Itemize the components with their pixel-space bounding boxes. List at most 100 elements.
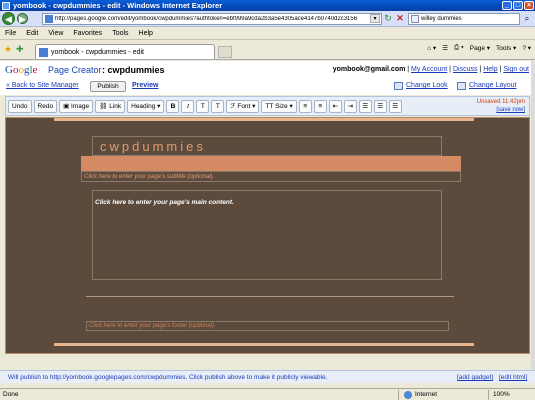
italic-button[interactable]: I (181, 99, 195, 113)
page-menu-label: Page (469, 45, 485, 52)
size-label: Size (275, 102, 288, 110)
change-look-link[interactable]: Change Look (406, 82, 448, 89)
save-now-link[interactable]: [save now] (477, 106, 525, 114)
menu-help[interactable]: Help (134, 30, 158, 37)
publish-button[interactable]: Publish (90, 81, 126, 92)
site-name: : cwpdummies (102, 65, 165, 75)
heading-label: Heading (131, 102, 156, 110)
page-menu[interactable]: Page ▾ (470, 44, 490, 52)
address-row: ◀ ▶ http://pages.google.com/edit/yombook… (0, 11, 535, 27)
address-field[interactable]: http://pages.google.com/edit/yombook/cwp… (42, 13, 382, 25)
ie-icon (2, 1, 10, 10)
site-title-box[interactable]: cwpdummies (92, 136, 442, 156)
new-tab-button[interactable] (218, 46, 232, 58)
preview-link[interactable]: Preview (132, 82, 158, 89)
print-icon[interactable]: ⎙ ▾ (454, 44, 464, 52)
bulleted-list-icon[interactable]: ≡ (313, 99, 327, 113)
menu-file[interactable]: File (0, 30, 21, 37)
tools-menu[interactable]: Tools ▾ (496, 44, 516, 52)
redo-button[interactable]: Redo (33, 99, 58, 113)
maximize-button[interactable]: □ (513, 1, 523, 10)
change-layout-link[interactable]: Change Layout (469, 82, 516, 89)
status-separator (488, 390, 489, 400)
numbered-list-icon[interactable]: ≡ (298, 99, 312, 113)
menu-edit[interactable]: Edit (21, 30, 43, 37)
font-dropdown[interactable]: ℱ Font ▾ (226, 99, 260, 113)
address-url: http://pages.google.com/edit/yombook/cwp… (55, 16, 358, 22)
discuss-link[interactable]: Discuss (453, 66, 478, 73)
status-text: Done (3, 391, 19, 398)
sign-out-link[interactable]: Sign out (503, 66, 529, 73)
align-left-icon[interactable]: ☰ (358, 99, 372, 113)
divider (86, 296, 454, 297)
account-links: yombook@gmail.com | My Account | Discuss… (332, 66, 529, 73)
favorites-star-icon[interactable]: ★ (4, 44, 12, 55)
status-bar: Done Internet 100% (0, 388, 535, 400)
tab-current[interactable]: yombook - cwpdummies - edit (35, 44, 215, 59)
scrollbar[interactable] (531, 61, 535, 370)
window-title: yombook - cwpdummies - edit - Windows In… (13, 1, 223, 10)
internet-zone-icon (404, 391, 412, 399)
size-dropdown[interactable]: TT Size ▾ (261, 99, 297, 113)
close-button[interactable]: × (524, 1, 534, 10)
header-band (81, 156, 461, 171)
tab-row: ★ ✚ yombook - cwpdummies - edit ⌂ ▾ ☰ ⎙ … (0, 40, 535, 60)
page-icon (45, 15, 53, 23)
footer-field[interactable]: Click here to enter your page's footer (… (86, 321, 449, 331)
stop-icon[interactable]: ✕ (395, 14, 405, 24)
forward-icon[interactable]: ▶ (17, 13, 28, 24)
feeds-icon[interactable]: ☰ (442, 44, 448, 52)
link-button[interactable]: ⛓ Link (95, 99, 126, 113)
image-label: Image (71, 102, 90, 110)
minimize-button[interactable]: _ (502, 1, 512, 10)
editor-toolbar: Undo Redo ▣ Image ⛓ Link Heading ▾ B I T… (5, 96, 530, 116)
edit-html-link[interactable]: [edit html] (499, 374, 527, 381)
bold-button[interactable]: B (166, 99, 180, 113)
add-gadget-link[interactable]: [add gadget] (457, 374, 493, 381)
image-button[interactable]: ▣ Image (59, 99, 94, 113)
bottom-stripe (54, 343, 474, 346)
main-content-placeholder: Click here to enter your page's main con… (95, 199, 234, 206)
tab-label: yombook - cwpdummies - edit (51, 48, 144, 56)
my-account-link[interactable]: My Account (411, 66, 447, 73)
zoom-level[interactable]: 100% (493, 391, 510, 398)
menu-bar: File Edit View Favorites Tools Help (0, 27, 535, 40)
search-field[interactable]: willey dummies (408, 13, 520, 25)
undo-button[interactable]: Undo (8, 99, 32, 113)
home-icon[interactable]: ⌂ ▾ (427, 44, 436, 52)
address-dropdown-icon[interactable]: ▾ (370, 14, 380, 23)
page-canvas: cwpdummies Click here to enter your page… (5, 117, 530, 354)
tools-menu-label: Tools (496, 45, 512, 52)
outdent-icon[interactable]: ⇤ (328, 99, 342, 113)
publish-info-bar: Will publish to http://yombook.googlepag… (0, 370, 535, 383)
tab-page-icon (39, 47, 48, 57)
menu-tools[interactable]: Tools (107, 30, 133, 37)
add-favorites-icon[interactable]: ✚ (16, 44, 24, 55)
search-text: willey dummies (421, 16, 462, 22)
back-to-site-manager-link[interactable]: « Back to Site Manager (6, 82, 79, 89)
refresh-icon[interactable]: ↻ (383, 14, 393, 24)
help-icon[interactable]: ? ▾ (522, 44, 531, 52)
change-layout-icon (457, 82, 466, 90)
menu-view[interactable]: View (43, 30, 68, 37)
text-color-icon[interactable]: T (196, 99, 210, 113)
status-separator (398, 390, 399, 400)
align-center-icon[interactable]: ☰ (373, 99, 387, 113)
back-icon[interactable]: ◀ (2, 12, 15, 25)
search-icon[interactable]: ⌕ (521, 13, 533, 25)
user-email: yombook@gmail.com (332, 66, 406, 73)
font-label: Font (237, 102, 251, 110)
heading-dropdown[interactable]: Heading ▾ (127, 99, 165, 113)
product-name: Page Creator (48, 65, 102, 75)
main-content-field[interactable]: Click here to enter your page's main con… (92, 190, 442, 280)
publish-message: Will publish to http://yombook.googlepag… (8, 374, 328, 381)
align-right-icon[interactable]: ☰ (388, 99, 402, 113)
menu-favorites[interactable]: Favorites (68, 30, 107, 37)
site-title: cwpdummies (100, 139, 206, 154)
indent-icon[interactable]: ⇥ (343, 99, 357, 113)
search-provider-icon (411, 15, 419, 23)
change-look-icon (394, 82, 403, 90)
help-link[interactable]: Help (483, 66, 497, 73)
subtitle-field[interactable]: Click here to enter your page's subtitle… (81, 171, 461, 182)
highlight-icon[interactable]: T (211, 99, 225, 113)
